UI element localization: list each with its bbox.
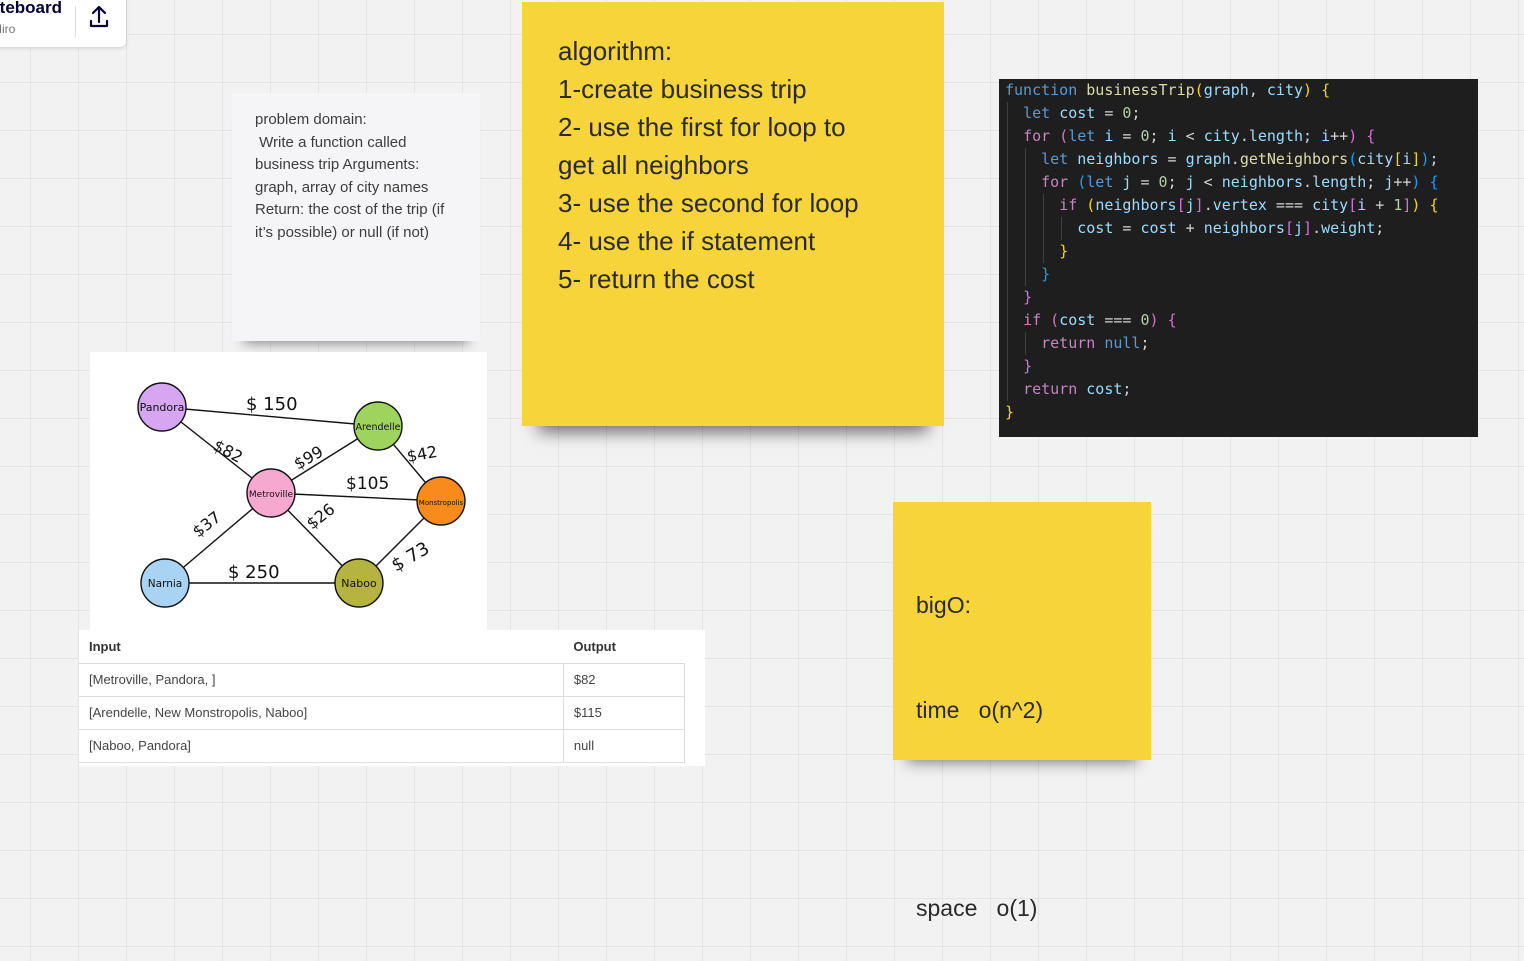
- algorithm-step: 3- use the second for loop: [558, 188, 859, 218]
- edge-label: $82: [210, 436, 246, 467]
- code-line: for (let j = 0; j < neighbors.length; j+…: [999, 171, 1478, 194]
- edge-label: $42: [405, 442, 438, 466]
- code-line: function businessTrip(graph, city) {: [1005, 81, 1331, 99]
- graph-node-naboo: Naboo: [334, 558, 384, 608]
- problem-domain-note[interactable]: problem domain: Write a function called …: [232, 93, 480, 341]
- table-row: [Arendelle, New Monstropolis, Naboo] $11…: [79, 695, 705, 729]
- code-line: return null;: [999, 332, 1478, 355]
- edge-label: $99: [291, 442, 327, 474]
- big-o-blank: [916, 798, 1141, 821]
- graph-edge: [270, 492, 442, 502]
- code-image[interactable]: function businessTrip(graph, city) { let…: [999, 79, 1478, 437]
- header-divider: [75, 6, 76, 38]
- algorithm-step: get all neighbors: [558, 150, 749, 180]
- graph-node-monstropolis: Monstropolis: [416, 476, 466, 526]
- edge-label: $ 150: [246, 394, 298, 415]
- column-header-output: Output: [573, 638, 616, 654]
- svg-text:Naboo: Naboo: [341, 577, 377, 590]
- column-spacer: [684, 630, 705, 663]
- graph-diagram: $ 150 $82 $99 $42 $105 $37 $26 $ 250 $ 7…: [137, 382, 466, 608]
- edge-label: $105: [346, 474, 389, 494]
- algorithm-step: 2- use the first for loop to: [558, 112, 846, 142]
- graph-node-arendelle: Arendelle: [353, 401, 403, 451]
- svg-text:Narnia: Narnia: [148, 578, 182, 590]
- column-header-input: Input: [89, 638, 121, 654]
- code-line: cost = cost + neighbors[j].weight;: [999, 217, 1478, 240]
- big-o-note[interactable]: bigO: time o(n^2) space o(1): [893, 502, 1151, 921]
- table-row: [Naboo, Pandora] null: [79, 728, 705, 763]
- code-line: }: [1005, 403, 1015, 421]
- input-cell: [Naboo, Pandora]: [79, 728, 564, 763]
- code-line: }: [999, 355, 1478, 378]
- code-line: let neighbors = graph.getNeighbors(city[…: [999, 148, 1478, 171]
- edge-label: $37: [189, 507, 225, 541]
- code-line: let cost = 0;: [999, 102, 1478, 125]
- algorithm-heading: algorithm:: [558, 36, 673, 66]
- edge-label: $ 250: [228, 562, 280, 583]
- svg-text:Pandora: Pandora: [140, 401, 185, 414]
- input-cell: [Metroville, Pandora, ]: [79, 662, 564, 696]
- code-line: }: [999, 286, 1478, 309]
- code-line: return cost;: [999, 378, 1478, 401]
- code-line: if (neighbors[j].vertex === city[i + 1])…: [999, 194, 1478, 217]
- edge-label: $26: [303, 499, 339, 533]
- big-o-heading: bigO:: [916, 592, 971, 618]
- input-cell: [Arendelle, New Monstropolis, Naboo]: [79, 695, 564, 729]
- code-line: }: [999, 240, 1478, 263]
- svg-text:Monstropolis: Monstropolis: [419, 499, 464, 507]
- algorithm-note[interactable]: algorithm: 1-create business trip 2- use…: [522, 2, 944, 426]
- table-row: [Metroville, Pandora, ] $82: [79, 662, 705, 696]
- output-cell: $82: [563, 662, 685, 696]
- big-o-time: time o(n^2): [916, 697, 1044, 723]
- code-line: if (cost === 0) {: [999, 309, 1478, 332]
- io-table-image[interactable]: Input Output [Metroville, Pandora, ] $82…: [79, 630, 705, 766]
- table-header-row: Input Output: [79, 630, 705, 663]
- edge-label: $ 73: [388, 538, 433, 576]
- svg-text:Arendelle: Arendelle: [355, 422, 400, 433]
- code-line: for (let i = 0; i < city.length; i++) {: [999, 125, 1478, 148]
- output-cell: null: [563, 728, 685, 763]
- code-line: }: [999, 263, 1478, 286]
- svg-text:Metroville: Metroville: [249, 490, 294, 500]
- big-o-space: space o(1): [916, 895, 1038, 921]
- io-table: Input Output [Metroville, Pandora, ] $82…: [79, 630, 705, 763]
- graph-image[interactable]: $ 150 $82 $99 $42 $105 $37 $26 $ 250 $ 7…: [90, 352, 487, 630]
- output-cell: $115: [563, 695, 685, 729]
- row-spacer: [684, 696, 705, 729]
- upload-icon[interactable]: [88, 4, 110, 30]
- graph-node-metroville: Metroville: [246, 468, 296, 518]
- board-title[interactable]: Whiteboard: [0, 0, 62, 18]
- graph-node-narnia: Narnia: [140, 558, 190, 608]
- row-spacer: [684, 729, 705, 762]
- algorithm-step: 1-create business trip: [558, 74, 807, 104]
- algorithm-step: 4- use the if statement: [558, 226, 816, 256]
- row-spacer: [684, 663, 705, 696]
- graph-node-pandora: Pandora: [137, 382, 187, 432]
- board-header: Whiteboard Miro: [0, 0, 126, 47]
- board-subtitle: Miro: [0, 22, 16, 36]
- algorithm-step: 5- return the cost: [558, 264, 755, 294]
